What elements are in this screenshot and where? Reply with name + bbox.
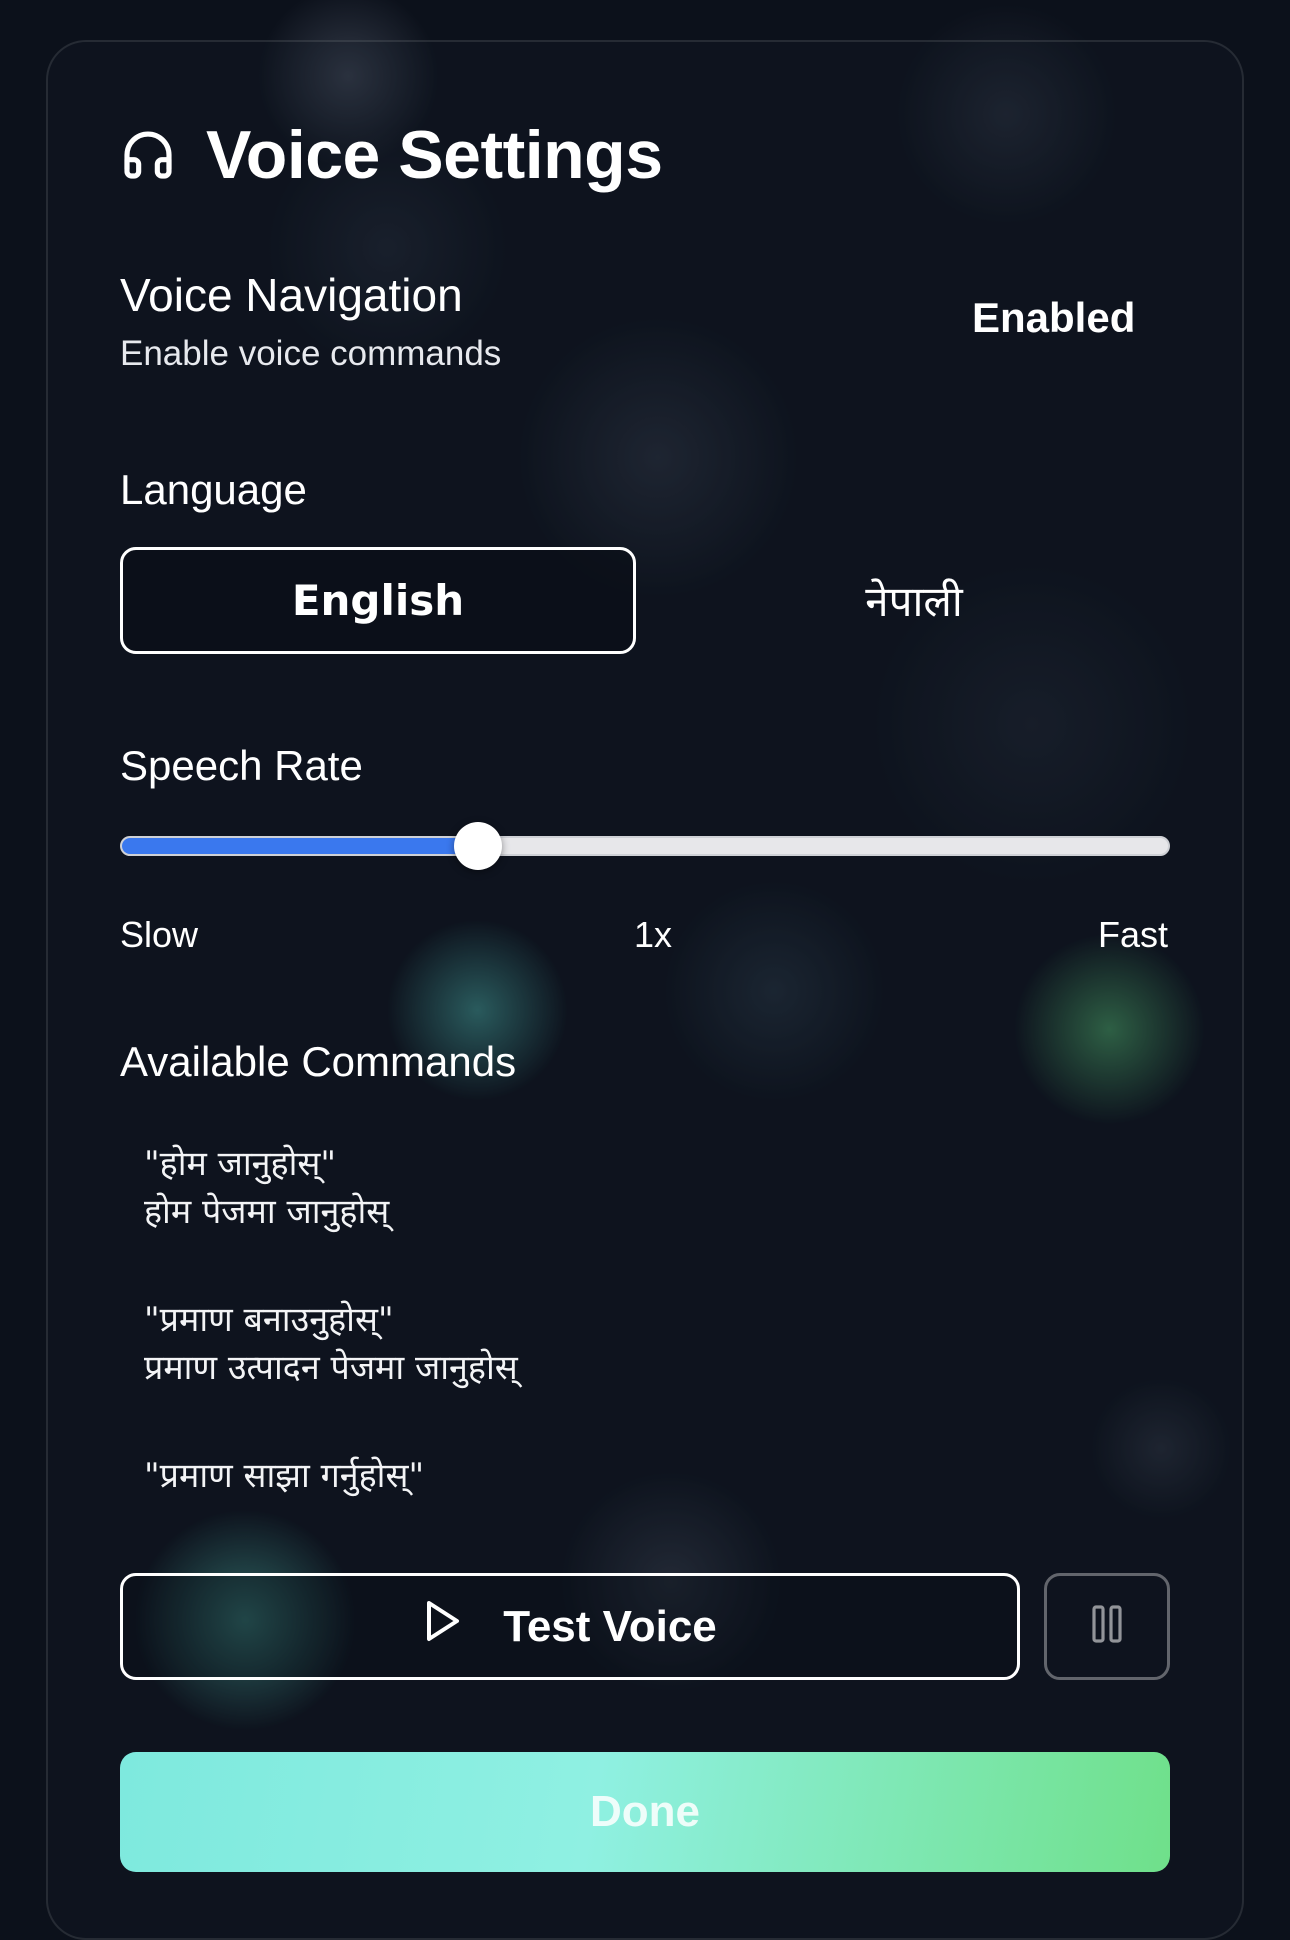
command-description: होम पेजमा जानुहोस् <box>144 1188 389 1236</box>
rate-min-label: Slow <box>120 914 198 956</box>
headphones-icon <box>120 126 178 184</box>
done-button[interactable]: Done <box>120 1752 1170 1872</box>
speech-rate-slider[interactable] <box>120 836 1170 856</box>
rate-current-label: 1x <box>634 914 672 956</box>
play-icon <box>423 1599 463 1654</box>
rate-max-label: Fast <box>1098 914 1168 956</box>
voice-navigation-title: Voice Navigation <box>120 268 463 322</box>
slider-thumb[interactable] <box>454 822 502 870</box>
language-label: Language <box>120 466 307 514</box>
command-phrase: "प्रमाण साझा गर्नुहोस्" <box>144 1452 424 1500</box>
command-description: प्रमाण उत्पादन पेजमा जानुहोस् <box>144 1344 518 1392</box>
language-option-english[interactable]: English <box>120 547 636 654</box>
pause-button[interactable] <box>1044 1573 1170 1680</box>
command-phrase: "होम जानुहोस्" <box>144 1140 389 1188</box>
panel-header: Voice Settings <box>120 110 663 200</box>
language-option-nepali[interactable]: नेपाली <box>656 547 1172 654</box>
command-item: "होम जानुहोस्" होम पेजमा जानुहोस् <box>144 1140 389 1236</box>
page-title: Voice Settings <box>206 116 663 194</box>
command-item: "प्रमाण साझा गर्नुहोस्" <box>144 1452 424 1500</box>
command-phrase: "प्रमाण बनाउनुहोस्" <box>144 1296 518 1344</box>
available-commands-label: Available Commands <box>120 1038 516 1086</box>
slider-fill <box>122 838 478 854</box>
test-voice-label: Test Voice <box>503 1602 717 1652</box>
speech-rate-label: Speech Rate <box>120 742 363 790</box>
pause-icon <box>1092 1605 1122 1648</box>
command-item: "प्रमाण बनाउनुहोस्" प्रमाण उत्पादन पेजमा… <box>144 1296 518 1392</box>
voice-navigation-subtitle: Enable voice commands <box>120 334 501 374</box>
test-voice-button[interactable]: Test Voice <box>120 1573 1020 1680</box>
voice-navigation-toggle[interactable]: Enabled <box>972 294 1135 342</box>
